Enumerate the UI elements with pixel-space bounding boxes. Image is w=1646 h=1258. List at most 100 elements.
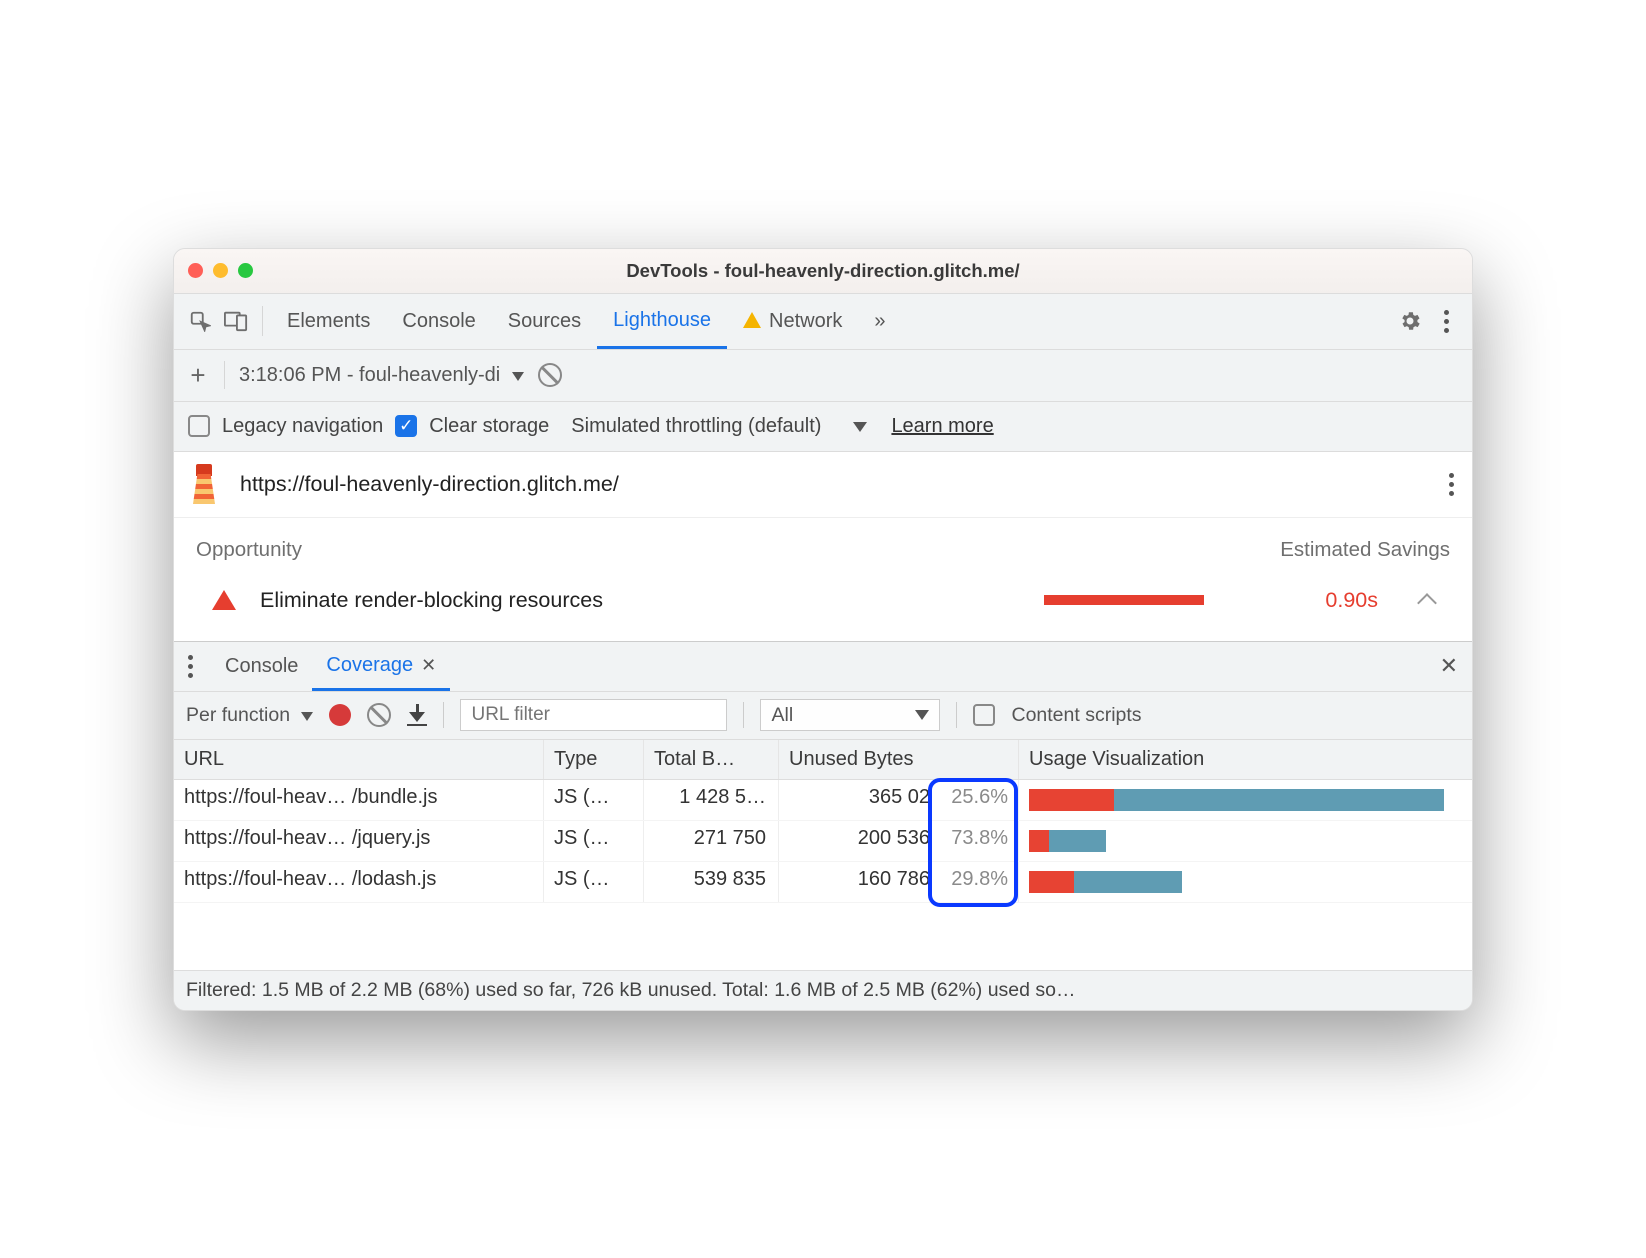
type-filter-select[interactable]: All: [760, 699, 940, 731]
content-scripts-label: Content scripts: [1011, 704, 1141, 727]
tab-sources[interactable]: Sources: [492, 294, 597, 349]
tab-label: Console: [402, 310, 475, 333]
device-mode-icon[interactable]: [218, 310, 254, 332]
cell-viz: [1019, 862, 1472, 902]
kebab-menu-icon[interactable]: [1428, 310, 1464, 333]
learn-more-link[interactable]: Learn more: [891, 415, 993, 438]
coverage-table: URL Type Total B… Unused Bytes Usage Vis…: [174, 740, 1472, 970]
divider: [262, 306, 263, 336]
unused-bytes: 365 02: [869, 786, 930, 809]
lighthouse-run-toolbar: + 3:18:06 PM - foul-heavenly-di: [174, 350, 1472, 402]
settings-icon[interactable]: [1392, 309, 1428, 333]
cell-viz: [1019, 780, 1472, 820]
audited-url: https://foul-heavenly-direction.glitch.m…: [240, 472, 619, 497]
estimated-savings-heading: Estimated Savings: [1280, 538, 1450, 562]
col-url[interactable]: URL: [174, 740, 544, 779]
lighthouse-icon: [188, 464, 220, 504]
audited-url-row: https://foul-heavenly-direction.glitch.m…: [174, 452, 1472, 518]
drawer-tabstrip: Console Coverage ✕ ✕: [174, 642, 1472, 692]
tab-label: Coverage: [326, 654, 413, 677]
tab-label: Lighthouse: [613, 309, 711, 332]
cell-url: https://foul-heav… /lodash.js: [174, 862, 544, 902]
table-row[interactable]: https://foul-heav… /bundle.jsJS (…1 428 …: [174, 780, 1472, 821]
minimize-window-button[interactable]: [213, 263, 228, 278]
cell-unused: 160 786 29.8%: [779, 862, 1019, 902]
savings-bar: [1044, 595, 1254, 605]
cell-unused: 365 02 25.6%: [779, 780, 1019, 820]
divider: [443, 702, 444, 728]
opportunity-label: Eliminate render-blocking resources: [260, 588, 1020, 613]
export-icon[interactable]: [407, 704, 427, 727]
unused-bytes: 160 786: [858, 868, 930, 891]
drawer-tab-coverage[interactable]: Coverage ✕: [312, 642, 450, 691]
caret-down-icon: [853, 422, 867, 432]
tab-label: Sources: [508, 310, 581, 333]
tab-lighthouse[interactable]: Lighthouse: [597, 294, 727, 349]
tab-label: Elements: [287, 310, 370, 333]
unused-bytes: 200 536: [858, 827, 930, 850]
cell-unused: 200 536 73.8%: [779, 821, 1019, 861]
cell-url: https://foul-heav… /jquery.js: [174, 821, 544, 861]
col-total[interactable]: Total B…: [644, 740, 779, 779]
inspect-icon[interactable]: [182, 310, 218, 332]
caret-down-icon: [915, 710, 929, 720]
unused-pct: 73.8%: [936, 827, 1008, 850]
opportunity-row[interactable]: Eliminate render-blocking resources 0.90…: [194, 588, 1452, 613]
divider: [743, 702, 744, 728]
savings-value: 0.90s: [1298, 588, 1378, 613]
report-menu-icon[interactable]: [1449, 473, 1454, 496]
caret-down-icon: [301, 712, 313, 721]
close-window-button[interactable]: [188, 263, 203, 278]
col-type[interactable]: Type: [544, 740, 644, 779]
col-unused[interactable]: Unused Bytes: [779, 740, 1019, 779]
coverage-table-header: URL Type Total B… Unused Bytes Usage Vis…: [174, 740, 1472, 780]
throttling-label: Simulated throttling (default): [571, 415, 821, 438]
traffic-lights: [188, 263, 253, 278]
caret-down-icon: [512, 372, 524, 381]
cell-type: JS (…: [544, 780, 644, 820]
clear-icon[interactable]: [538, 363, 562, 387]
report-selector[interactable]: 3:18:06 PM - foul-heavenly-di: [239, 364, 524, 387]
table-row[interactable]: https://foul-heav… /jquery.jsJS (…271 75…: [174, 821, 1472, 862]
clear-storage-label: Clear storage: [429, 415, 549, 438]
tab-network[interactable]: Network: [727, 294, 858, 349]
content-scripts-checkbox[interactable]: [973, 704, 995, 726]
cell-total: 539 835: [644, 862, 779, 902]
unused-pct: 29.8%: [936, 868, 1008, 891]
cell-type: JS (…: [544, 862, 644, 902]
close-icon[interactable]: ✕: [421, 655, 436, 676]
opportunity-heading: Opportunity: [196, 538, 302, 562]
legacy-navigation-label: Legacy navigation: [222, 415, 383, 438]
tab-label: Network: [769, 310, 842, 333]
drawer-menu-icon[interactable]: [188, 655, 193, 678]
tab-label: Console: [225, 655, 298, 678]
legacy-navigation-checkbox[interactable]: [188, 415, 210, 437]
drawer-tab-console[interactable]: Console: [211, 642, 312, 691]
tab-console[interactable]: Console: [386, 294, 491, 349]
fail-triangle-icon: [212, 590, 236, 610]
titlebar: DevTools - foul-heavenly-direction.glitc…: [174, 249, 1472, 294]
devtools-window: DevTools - foul-heavenly-direction.glitc…: [173, 248, 1473, 1011]
record-button[interactable]: [329, 704, 351, 726]
coverage-mode-select[interactable]: Per function: [186, 704, 313, 727]
col-viz[interactable]: Usage Visualization: [1019, 740, 1472, 779]
unused-pct: 25.6%: [936, 786, 1008, 809]
drawer: Console Coverage ✕ ✕ Per function All: [174, 641, 1472, 1010]
coverage-toolbar: Per function All Content scripts: [174, 692, 1472, 740]
warning-icon: [743, 312, 761, 328]
tab-elements[interactable]: Elements: [271, 294, 386, 349]
new-report-button[interactable]: +: [186, 360, 210, 391]
throttling-dropdown[interactable]: [853, 415, 867, 438]
divider: [224, 361, 225, 389]
clear-coverage-icon[interactable]: [367, 703, 391, 727]
close-drawer-icon[interactable]: ✕: [1440, 653, 1458, 679]
url-filter-input[interactable]: [460, 699, 727, 731]
zoom-window-button[interactable]: [238, 263, 253, 278]
tab-more[interactable]: »: [858, 294, 901, 349]
more-tabs-label: »: [874, 310, 885, 333]
clear-storage-checkbox[interactable]: ✓: [395, 415, 417, 437]
cell-viz: [1019, 821, 1472, 861]
table-row[interactable]: https://foul-heav… /lodash.jsJS (…539 83…: [174, 862, 1472, 903]
lighthouse-options-bar: Legacy navigation ✓ Clear storage Simula…: [174, 402, 1472, 452]
chevron-up-icon: [1417, 593, 1437, 613]
